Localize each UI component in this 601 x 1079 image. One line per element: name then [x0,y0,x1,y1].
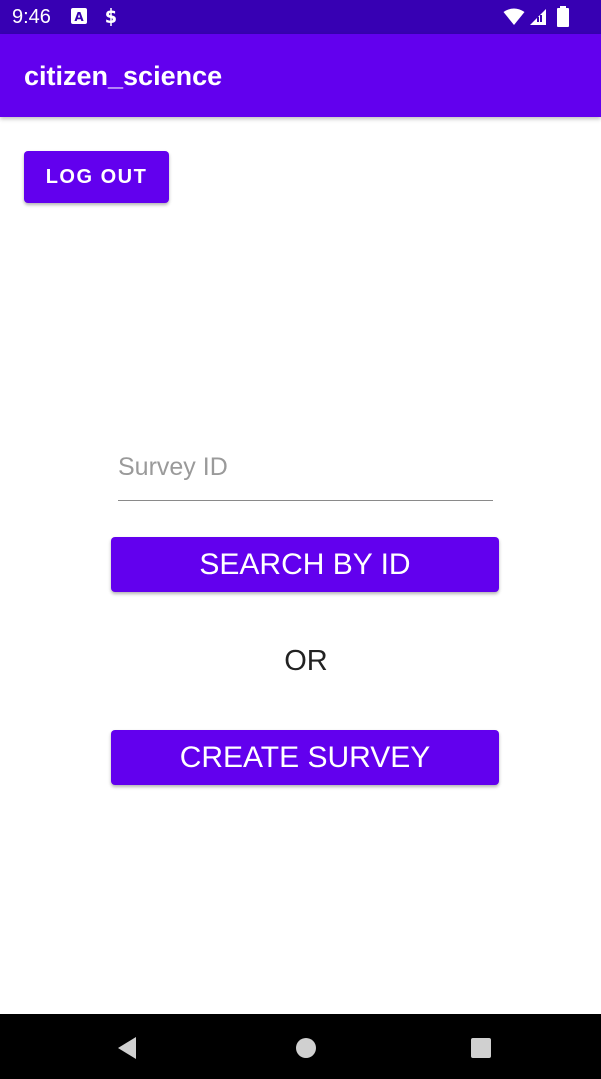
back-icon[interactable] [116,1036,138,1065]
app-title: citizen_science [24,61,223,91]
status-bar: 9:46 A S [0,0,601,34]
battery-icon [556,6,570,33]
notification-s-icon: S [102,7,120,32]
survey-id-input[interactable] [118,440,493,500]
status-time: 9:46 [12,6,51,28]
create-survey-button[interactable]: CREATE SURVEY [111,730,499,785]
survey-id-field [118,440,493,501]
navigation-bar [0,1014,601,1079]
logout-button[interactable]: LOG OUT [24,151,169,203]
notification-a-icon: A [70,7,88,30]
wifi-icon [503,8,525,31]
cellular-icon [529,8,549,31]
recents-icon[interactable] [470,1036,492,1065]
or-divider-text: OR [284,645,328,677]
app-bar: citizen_science [0,34,601,117]
search-by-id-button[interactable]: SEARCH BY ID [111,537,499,592]
svg-text:A: A [74,10,84,24]
home-icon[interactable] [295,1036,317,1065]
